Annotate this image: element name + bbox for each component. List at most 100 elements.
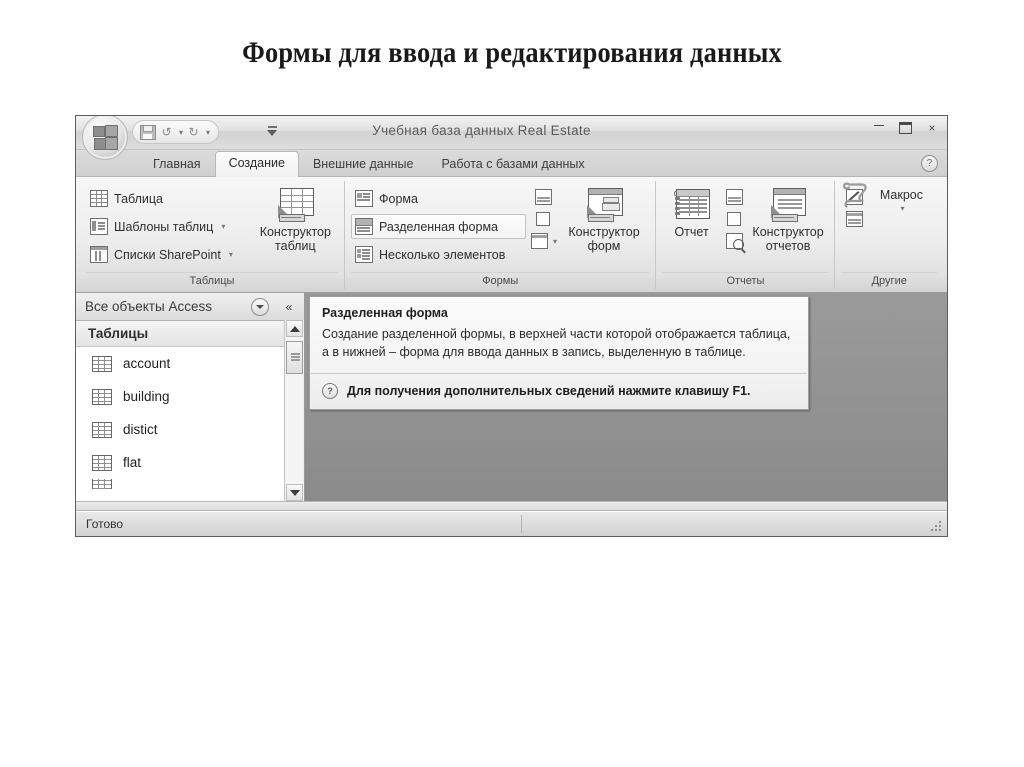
button-form-label: Форма [379, 191, 418, 206]
chevron-down-icon[interactable]: ▾ [221, 222, 225, 231]
table-icon [92, 388, 112, 405]
workspace: Разделенная форма Создание разделенной ф… [305, 293, 947, 501]
button-table[interactable]: Таблица [86, 186, 253, 211]
tooltip-footer: ? Для получения дополнительных сведений … [310, 374, 808, 409]
report-design-icon [769, 188, 807, 222]
button-table-templates[interactable]: Шаблоны таблиц ▾ [86, 214, 253, 239]
scrollbar-thumb[interactable] [286, 341, 303, 374]
close-icon[interactable]: × [925, 122, 939, 134]
button-multiple-items[interactable]: Несколько элементов [351, 242, 526, 267]
access-logo-icon [93, 125, 118, 150]
navigation-pane-header[interactable]: Все объекты Access « [76, 293, 304, 321]
macro-scroll-icon [838, 182, 870, 210]
tooltip-footer-label: Для получения дополнительных сведений на… [347, 384, 751, 398]
list-item[interactable]: building [76, 380, 304, 413]
blank-form-icon[interactable] [534, 210, 553, 228]
table-icon [90, 190, 108, 207]
nav-group-tables[interactable]: Таблицы ≪ [76, 321, 304, 347]
navigation-dropdown-icon[interactable] [251, 297, 269, 316]
table-design-icon [276, 188, 315, 222]
main-area: Все объекты Access « Таблицы ≪ account [76, 293, 947, 501]
collapse-pane-icon[interactable]: « [278, 300, 300, 314]
reports-small-buttons [721, 186, 748, 250]
list-item-label: building [123, 389, 170, 404]
status-bar: Готово [76, 511, 947, 536]
button-form-design[interactable]: Конструктор форм [561, 186, 647, 253]
ribbon-group-tables-label: Таблицы [86, 272, 338, 289]
button-table-templates-label: Шаблоны таблиц [114, 219, 214, 234]
split-form-icon [355, 218, 373, 235]
report-preview-icon[interactable] [725, 232, 744, 250]
scrollbar-track[interactable] [286, 337, 303, 484]
list-item-label: distict [123, 422, 158, 437]
navigation-pane: Все объекты Access « Таблицы ≪ account [76, 293, 305, 501]
ribbon-group-reports-label: Отчеты [662, 272, 829, 289]
more-forms-icon[interactable] [530, 232, 549, 250]
scroll-down-icon[interactable] [286, 484, 303, 501]
button-sharepoint-lists[interactable]: Списки SharePoint ▾ [86, 242, 253, 267]
button-split-form[interactable]: Разделенная форма [351, 214, 526, 239]
report-icon [673, 188, 711, 222]
ribbon-group-tables: Таблица Шаблоны таблиц ▾ Списки SharePoi… [80, 181, 344, 289]
navigation-scrollbar[interactable] [284, 320, 304, 501]
forms-small-buttons: ▾ [526, 186, 561, 250]
form-design-icon [585, 188, 624, 222]
pivot-chart-icon[interactable] [534, 188, 553, 206]
tooltip-title: Разделенная форма [322, 306, 448, 320]
help-icon: ? [322, 383, 338, 399]
table-templates-icon [90, 218, 108, 235]
list-item[interactable]: account [76, 347, 304, 380]
window-title: Учебная база данных Real Estate [372, 123, 591, 138]
list-item-label: flat [123, 455, 142, 470]
blank-report-icon[interactable] [725, 210, 744, 228]
button-sharepoint-lists-label: Списки SharePoint [114, 247, 221, 262]
labels-report-icon[interactable] [725, 188, 744, 206]
tab-home[interactable]: Главная [139, 153, 215, 177]
button-report[interactable]: Отчет [662, 186, 720, 239]
query-design-icon[interactable] [845, 210, 864, 228]
ribbon: Таблица Шаблоны таблиц ▾ Списки SharePoi… [76, 177, 947, 293]
status-divider [521, 515, 522, 533]
office-button[interactable] [82, 116, 128, 160]
list-item-partial[interactable] [76, 479, 304, 489]
help-icon[interactable]: ? [921, 155, 938, 172]
chevron-down-icon[interactable]: ▾ [900, 202, 904, 216]
button-form-design-line2: форм [587, 239, 621, 253]
ribbon-group-other: Макрос ▾ Другие [834, 181, 943, 289]
button-table-design[interactable]: Конструктор таблиц [253, 186, 338, 253]
ribbon-group-reports: Отчет Конструктор отчетов Отчеты [655, 181, 834, 289]
page-title: Формы для ввода и редактирования данных [242, 36, 782, 69]
chevron-down-icon[interactable]: ▾ [229, 250, 233, 259]
list-item[interactable]: distict [76, 413, 304, 446]
tooltip-body: Создание разделенной формы, в верхней ча… [322, 327, 791, 359]
button-report-design-line1: Конструктор [752, 225, 824, 239]
form-icon [355, 190, 373, 207]
tab-database-tools[interactable]: Работа с базами данных [428, 153, 599, 177]
button-form-design-line1: Конструктор [568, 225, 640, 239]
button-report-design[interactable]: Конструктор отчетов [748, 186, 829, 253]
nav-group-tables-label: Таблицы [88, 326, 149, 341]
tab-external-data[interactable]: Внешние данные [299, 153, 428, 177]
ribbon-tabs: Главная Создание Внешние данные Работа с… [76, 150, 947, 177]
scroll-up-icon[interactable] [286, 320, 303, 337]
ribbon-tooltip: Разделенная форма Создание разделенной ф… [309, 296, 809, 410]
list-item[interactable]: flat [76, 446, 304, 479]
ribbon-group-forms: Форма Разделенная форма Несколько элемен… [344, 181, 655, 289]
list-item-label: account [123, 356, 171, 371]
button-table-label: Таблица [114, 191, 164, 206]
button-macro[interactable]: Макрос ▾ [843, 182, 934, 216]
resize-grip-icon[interactable] [931, 521, 943, 533]
tab-create[interactable]: Создание [214, 151, 299, 177]
access-window: ↺ ▾ ↻ ▾ Учебная база данных Real Estate … [75, 115, 948, 537]
maximize-icon[interactable] [899, 122, 912, 134]
navigation-pane-title: Все объекты Access [85, 299, 212, 314]
button-macro-label: Макрос [879, 188, 924, 202]
button-report-design-line2: отчетов [765, 239, 811, 253]
chevron-down-icon[interactable]: ▾ [553, 237, 557, 246]
table-icon [92, 479, 112, 489]
table-icon [92, 355, 112, 372]
button-report-label: Отчет [674, 225, 709, 239]
horizontal-splitter[interactable] [76, 501, 947, 511]
button-table-design-line2: таблиц [275, 239, 316, 253]
button-form[interactable]: Форма [351, 186, 526, 211]
